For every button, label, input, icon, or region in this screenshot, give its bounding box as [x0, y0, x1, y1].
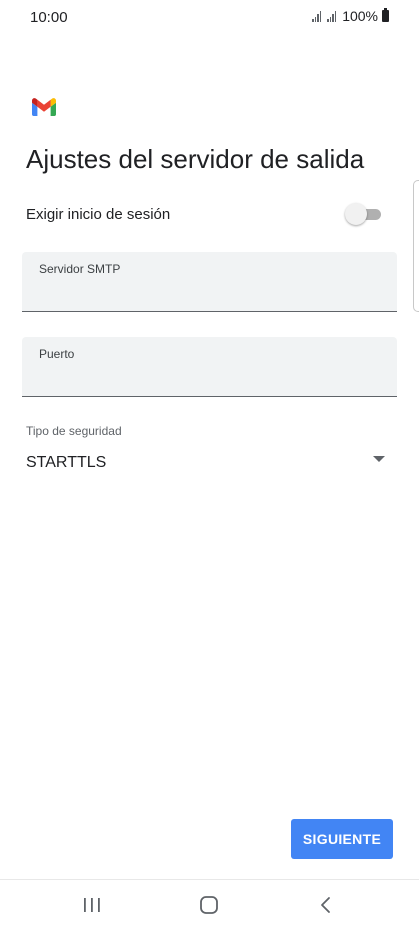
- switch-thumb: [345, 203, 367, 225]
- smtp-server-input[interactable]: [39, 283, 380, 303]
- port-label: Puerto: [39, 347, 75, 361]
- require-login-row: Exigir inicio de sesión: [26, 200, 383, 228]
- outgoing-server-settings-screen: 10:00 100% Ajustes del servidor de salid…: [0, 0, 419, 931]
- status-time: 10:00: [30, 9, 68, 26]
- security-type-value: STARTTLS: [26, 454, 107, 471]
- status-bar: 10:00 100%: [0, 0, 419, 36]
- port-field[interactable]: Puerto: [22, 337, 397, 397]
- recent-apps-button[interactable]: [77, 892, 107, 918]
- signal-icon: [312, 10, 322, 22]
- require-login-switch[interactable]: [345, 203, 383, 225]
- battery-icon: [382, 8, 389, 22]
- home-icon: [200, 896, 218, 914]
- port-input[interactable]: [39, 368, 380, 388]
- edge-panel-handle[interactable]: [413, 180, 419, 312]
- security-type-dropdown[interactable]: STARTTLS: [26, 448, 385, 478]
- back-button[interactable]: [311, 892, 341, 918]
- next-button[interactable]: SIGUIENTE: [291, 819, 393, 859]
- page-title: Ajustes del servidor de salida: [26, 144, 365, 174]
- battery-percentage: 100%: [342, 8, 378, 24]
- recent-apps-icon: [84, 898, 100, 912]
- smtp-server-field[interactable]: Servidor SMTP: [22, 252, 397, 312]
- signal-icon: [327, 10, 337, 22]
- back-icon: [321, 897, 330, 913]
- gmail-logo-icon: [32, 98, 56, 116]
- require-login-label: Exigir inicio de sesión: [26, 205, 171, 223]
- status-icons: 100%: [312, 8, 389, 24]
- dropdown-arrow-icon: [373, 456, 385, 462]
- navigation-bar: [0, 879, 419, 931]
- home-button[interactable]: [194, 892, 224, 918]
- security-type-label: Tipo de seguridad: [26, 424, 122, 438]
- smtp-server-label: Servidor SMTP: [39, 262, 121, 276]
